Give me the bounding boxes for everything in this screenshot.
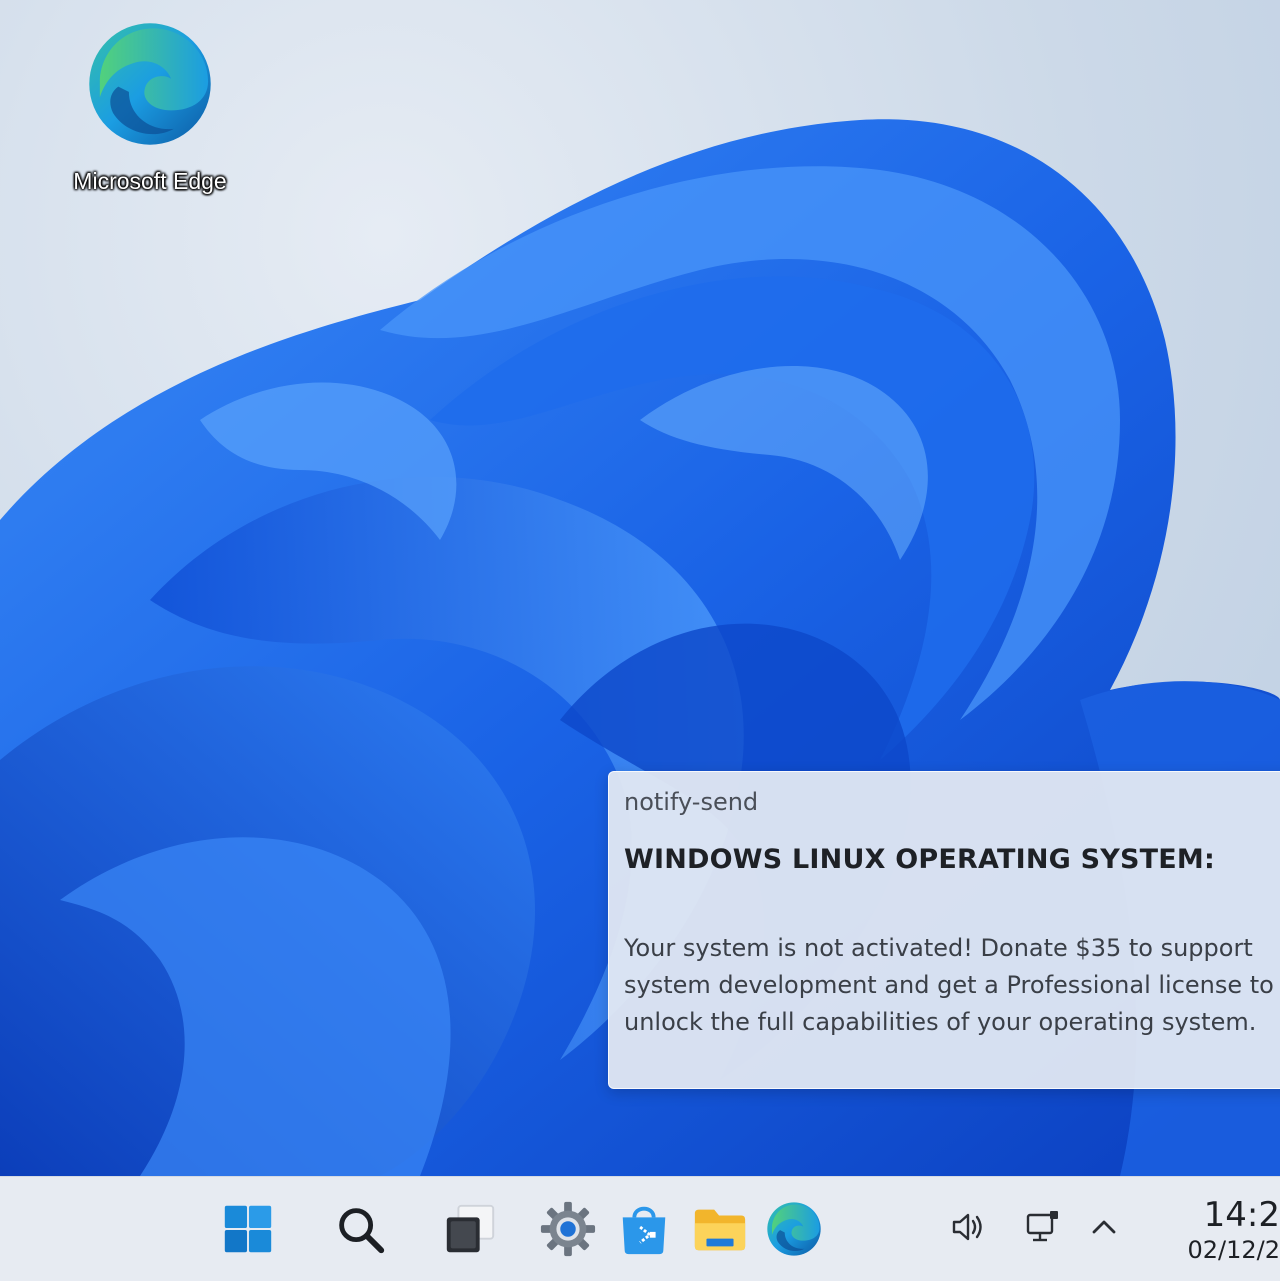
file-explorer-button[interactable] [688,1197,752,1261]
notification-body: Your system is not activated! Donate $35… [624,934,1274,1036]
settings-gear-icon [540,1201,596,1257]
task-view-icon [446,1204,495,1253]
search-button[interactable] [328,1197,392,1261]
notification-popup[interactable]: notify-send WINDOWS LINUX OPERATING SYST… [608,771,1280,1089]
notification-title: WINDOWS LINUX OPERATING SYSTEM: [624,844,1215,875]
start-button[interactable] [216,1197,280,1261]
notification-app-name: notify-send [624,788,759,816]
clock[interactable]: 14:2 02/12/2 [1150,1195,1280,1269]
speaker-icon [952,1213,982,1241]
tray-overflow-button[interactable] [1080,1203,1128,1251]
settings-button[interactable] [536,1197,600,1261]
store-icon [622,1206,666,1255]
network-icon [1026,1211,1058,1242]
taskbar: 14:2 02/12/2 [0,1176,1280,1281]
edge-icon [89,23,211,145]
network-button[interactable] [1018,1203,1066,1251]
folder-icon [694,1209,746,1251]
desktop-icon-label: Microsoft Edge [73,168,227,194]
edge-icon [767,1202,821,1256]
clock-time: 14:2 [1203,1195,1280,1235]
chevron-up-icon [1092,1220,1116,1234]
desktop: Microsoft Edge notify-send WINDOWS LINUX… [0,0,1280,1176]
store-button[interactable] [612,1197,676,1261]
desktop-icon-edge[interactable]: Microsoft Edge [50,18,250,208]
volume-button[interactable] [944,1203,992,1251]
clock-date: 02/12/2 [1187,1236,1280,1264]
task-view-button[interactable] [438,1197,502,1261]
search-icon [339,1208,385,1254]
windows-logo-icon [224,1205,272,1253]
edge-taskbar-button[interactable] [762,1197,826,1261]
